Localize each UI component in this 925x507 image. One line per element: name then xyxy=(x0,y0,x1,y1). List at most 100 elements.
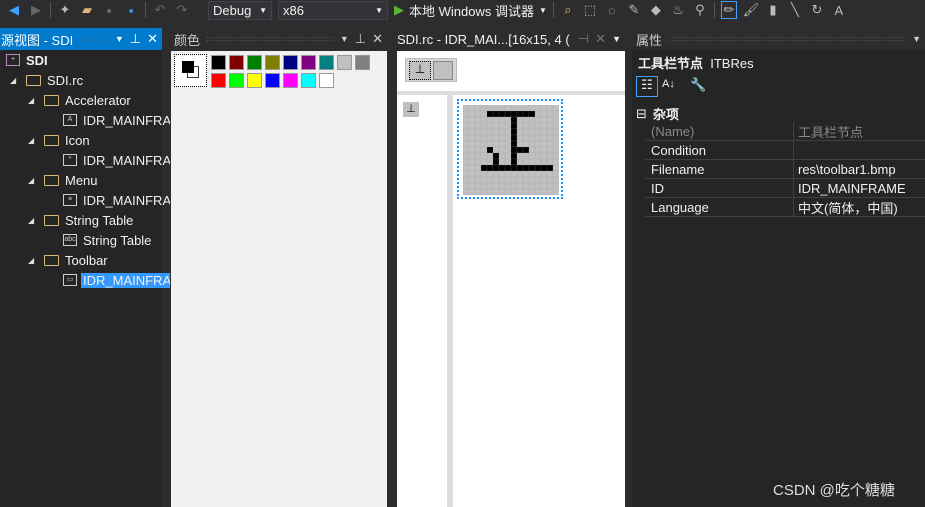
bitmap-pixel[interactable] xyxy=(492,116,500,124)
bitmap-pixel[interactable] xyxy=(486,140,494,148)
bitmap-pixel[interactable] xyxy=(504,182,512,190)
dropdown-icon[interactable]: ▼ xyxy=(340,34,349,44)
bitmap-pixel[interactable] xyxy=(510,134,518,142)
property-row[interactable]: Filename res\toolbar1.bmp xyxy=(645,160,925,179)
bitmap-pixel[interactable] xyxy=(510,116,518,124)
bitmap-pixel[interactable] xyxy=(540,110,548,118)
bitmap-pixel[interactable] xyxy=(528,146,536,154)
bitmap-pixel[interactable] xyxy=(540,134,548,142)
tree-folder[interactable]: ◢ Toolbar xyxy=(28,250,108,270)
bitmap-pixel[interactable] xyxy=(468,164,476,172)
bitmap-pixel[interactable] xyxy=(534,158,542,166)
category-header[interactable]: ⊟ 杂项 xyxy=(636,104,679,123)
bitmap-pixel[interactable] xyxy=(486,110,494,118)
bitmap-pixel[interactable] xyxy=(552,134,559,142)
bitmap-pixel[interactable] xyxy=(516,170,524,178)
bitmap-pixel[interactable] xyxy=(528,182,536,190)
bitmap-pixel[interactable] xyxy=(534,110,542,118)
bitmap-pixel[interactable] xyxy=(528,170,536,178)
bitmap-pixel[interactable] xyxy=(468,182,476,190)
bitmap-pixel[interactable] xyxy=(510,176,518,184)
bitmap-pixel[interactable] xyxy=(522,110,530,118)
splitter[interactable] xyxy=(447,95,453,507)
bitmap-pixel[interactable] xyxy=(492,134,500,142)
bitmap-pixel[interactable] xyxy=(540,158,548,166)
bitmap-pixel[interactable] xyxy=(528,188,536,195)
bitmap-pixel[interactable] xyxy=(534,122,542,130)
tree-folder[interactable]: ◢ Menu xyxy=(28,170,98,190)
bitmap-pixel[interactable] xyxy=(468,122,476,130)
bitmap-pixel[interactable] xyxy=(522,158,530,166)
bitmap-pixel[interactable] xyxy=(463,182,470,190)
bitmap-pixel[interactable] xyxy=(534,105,542,112)
bitmap-pixel[interactable] xyxy=(546,152,554,160)
back-icon[interactable]: ◀ xyxy=(6,2,22,18)
bitmap-pixel[interactable] xyxy=(522,140,530,148)
bitmap-pixel[interactable] xyxy=(528,158,536,166)
bitmap-pixel[interactable] xyxy=(468,105,476,112)
tree-folder[interactable]: ◢ Accelerator xyxy=(28,90,131,110)
bitmap-pixel[interactable] xyxy=(546,182,554,190)
bitmap-pixel[interactable] xyxy=(552,152,559,160)
bitmap-pixel[interactable] xyxy=(486,152,494,160)
color-swatch[interactable] xyxy=(229,73,244,88)
bitmap-grid[interactable] xyxy=(463,105,559,195)
bitmap-pixel[interactable] xyxy=(534,164,542,172)
bitmap-pixel[interactable] xyxy=(486,128,494,136)
color-swatch[interactable] xyxy=(283,73,298,88)
config-select[interactable]: Debug ▼ xyxy=(208,0,272,20)
bitmap-pixel[interactable] xyxy=(534,182,542,190)
bitmap-pixel[interactable] xyxy=(474,176,482,184)
bitmap-pixel[interactable] xyxy=(498,146,506,154)
bitmap-pixel[interactable] xyxy=(534,170,542,178)
bitmap-pixel[interactable] xyxy=(504,134,512,142)
bitmap-pixel[interactable] xyxy=(474,170,482,178)
bitmap-pixel[interactable] xyxy=(480,128,488,136)
bitmap-pixel[interactable] xyxy=(474,128,482,136)
redo-icon[interactable]: ↷ xyxy=(174,2,190,18)
bitmap-pixel[interactable] xyxy=(516,110,524,118)
bitmap-pixel[interactable] xyxy=(468,128,476,136)
open-folder-icon[interactable]: ▰ xyxy=(79,2,95,18)
property-row[interactable]: ID IDR_MAINFRAME xyxy=(645,179,925,198)
bitmap-pixel[interactable] xyxy=(516,176,524,184)
bitmap-pixel[interactable] xyxy=(468,146,476,154)
expand-arrow-icon[interactable]: ◢ xyxy=(10,76,20,85)
bitmap-pixel[interactable] xyxy=(540,188,548,195)
bitmap-pixel[interactable] xyxy=(492,158,500,166)
bitmap-pixel[interactable] xyxy=(510,152,518,160)
color-swatch[interactable] xyxy=(337,55,352,70)
bitmap-pixel[interactable] xyxy=(522,152,530,160)
close-icon[interactable]: ✕ xyxy=(595,31,606,47)
bitmap-pixel[interactable] xyxy=(546,105,554,112)
bitmap-pixel[interactable] xyxy=(540,122,548,130)
bitmap-pixel[interactable] xyxy=(480,164,488,172)
bitmap-pixel[interactable] xyxy=(528,176,536,184)
bitmap-pixel[interactable] xyxy=(474,152,482,160)
bitmap-pixel[interactable] xyxy=(534,188,542,195)
bitmap-pixel[interactable] xyxy=(516,152,524,160)
bitmap-pixel[interactable] xyxy=(474,158,482,166)
bitmap-pixel[interactable] xyxy=(522,164,530,172)
bitmap-pixel[interactable] xyxy=(480,182,488,190)
bitmap-pixel[interactable] xyxy=(486,146,494,154)
bitmap-pixel[interactable] xyxy=(480,158,488,166)
expand-arrow-icon[interactable]: ◢ xyxy=(28,256,38,265)
bitmap-pixel[interactable] xyxy=(510,170,518,178)
bitmap-pixel[interactable] xyxy=(552,188,559,195)
bitmap-pixel[interactable] xyxy=(480,170,488,178)
undo-icon[interactable]: ↶ xyxy=(152,2,168,18)
bitmap-pixel[interactable] xyxy=(480,134,488,142)
bitmap-pixel[interactable] xyxy=(486,188,494,195)
bitmap-pixel[interactable] xyxy=(516,134,524,142)
bitmap-pixel[interactable] xyxy=(480,140,488,148)
bitmap-pixel[interactable] xyxy=(534,140,542,148)
bitmap-pixel[interactable] xyxy=(480,122,488,130)
bitmap-pixel[interactable] xyxy=(474,134,482,142)
bitmap-pixel[interactable] xyxy=(540,170,548,178)
bitmap-pixel[interactable] xyxy=(552,128,559,136)
bitmap-pixel[interactable] xyxy=(516,122,524,130)
bitmap-pixel[interactable] xyxy=(474,164,482,172)
bitmap-pixel[interactable] xyxy=(516,116,524,124)
bitmap-pixel[interactable] xyxy=(492,176,500,184)
